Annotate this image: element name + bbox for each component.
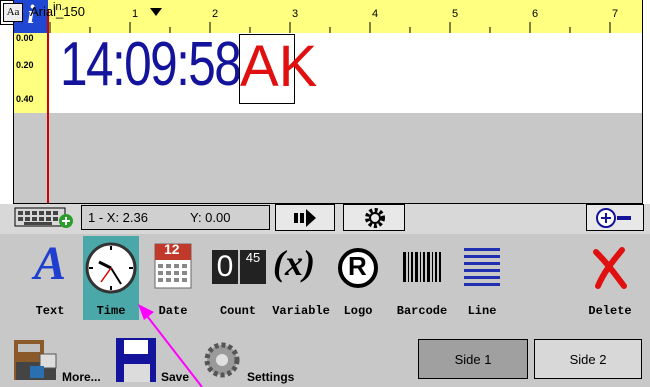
tool-label: Text: [35, 304, 65, 318]
tool-text[interactable]: A Text: [20, 236, 80, 320]
unused-area: [14, 113, 642, 203]
settings-label: Settings: [247, 370, 295, 384]
ruler-tick-label: 7: [612, 8, 619, 20]
printer-more-icon: [14, 340, 57, 380]
tool-barcode[interactable]: Barcode: [390, 236, 454, 320]
line-icon: [464, 248, 500, 286]
ruler-tick-label: 6: [532, 8, 539, 20]
clock-icon: [85, 242, 137, 294]
counter-digit-rolling: 45: [240, 250, 266, 284]
logo-letter: R: [348, 251, 367, 281]
ruler-tick-label: 4: [372, 8, 379, 20]
vruler-label: 0.40: [16, 94, 34, 104]
more-label: More...: [62, 370, 101, 384]
tool-line[interactable]: Line: [460, 236, 504, 320]
ruler-tick-label: 1: [132, 8, 139, 20]
chevron-down-icon: [150, 8, 162, 16]
position-readout: 1 - X: 2.36 Y: 0.00: [81, 205, 270, 230]
pointer-arrow-annotation: [138, 304, 203, 387]
calendar-day: 12: [164, 241, 180, 257]
ruler-tick-label: 2: [212, 8, 219, 20]
tab-side-2[interactable]: Side 2: [534, 339, 642, 379]
counter-digit: 0: [212, 250, 238, 284]
tab-side-1[interactable]: Side 1: [418, 339, 528, 379]
delete-x-icon: [593, 247, 627, 289]
font-icon: Aa: [3, 3, 23, 22]
cursor-line: [47, 9, 49, 203]
ruler-tick-label: 5: [452, 8, 459, 20]
font-name: Arial_150: [30, 4, 85, 19]
arrow-right-icon: [294, 209, 316, 227]
tool-label: Line: [467, 304, 497, 318]
tool-label: Barcode: [396, 304, 448, 318]
tool-label: Variable: [272, 304, 330, 318]
horizontal-ruler: in. 1 2 3 4 5 6 7: [48, 0, 642, 33]
y-position: Y: 0.00: [190, 210, 231, 225]
barcode-icon: [403, 252, 441, 282]
text-tool-icon: A: [34, 237, 67, 290]
vruler-label: 0.00: [16, 33, 34, 43]
tool-label: Logo: [343, 304, 373, 318]
zoom-in-out-icon: [596, 208, 631, 228]
properties-button[interactable]: [343, 204, 405, 231]
time-field[interactable]: 14:09:58: [60, 30, 242, 100]
gear-icon: [365, 208, 385, 228]
next-field-button[interactable]: [275, 204, 335, 231]
more-button[interactable]: More...: [10, 334, 110, 384]
x-position: 1 - X: 2.36: [88, 210, 148, 225]
variable-icon: (x): [273, 243, 315, 283]
vruler-label: 0.20: [16, 60, 34, 70]
text-field-selected[interactable]: AK: [239, 34, 317, 104]
zoom-button[interactable]: [586, 204, 644, 231]
ruler-tick-label: 3: [292, 8, 299, 20]
vertical-ruler: 0.00 0.20 0.40: [14, 33, 48, 113]
tool-label: Delete: [588, 304, 632, 318]
tool-variable[interactable]: (x) Variable: [270, 236, 332, 320]
tool-logo[interactable]: R Logo: [336, 236, 380, 320]
tool-delete[interactable]: Delete: [582, 236, 638, 320]
keyboard-icon[interactable]: [14, 206, 76, 229]
